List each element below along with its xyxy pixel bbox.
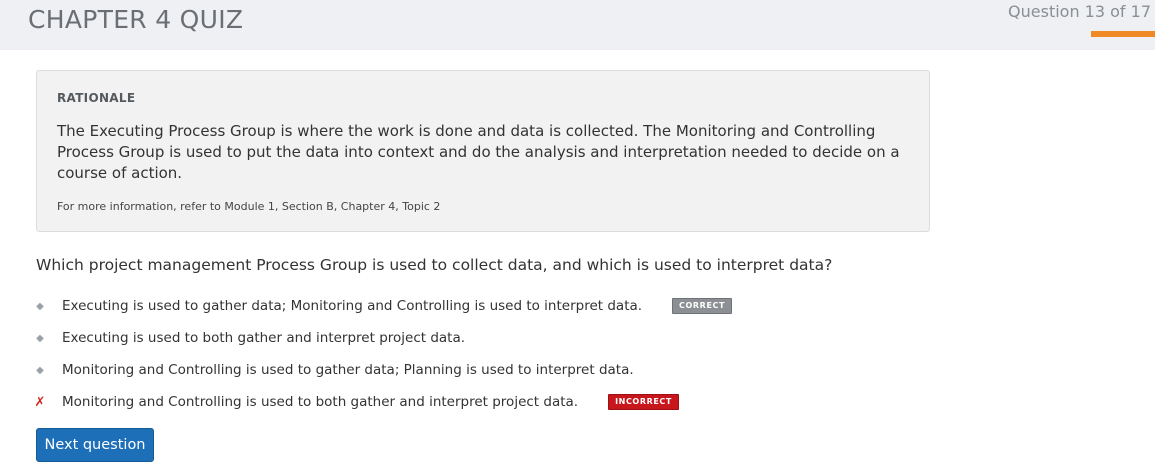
answer-option: ✗ Monitoring and Controlling is used to …	[30, 386, 930, 418]
quiz-header: CHAPTER 4 QUIZ Question 13 of 17	[0, 0, 1155, 50]
rationale-reference: For more information, refer to Module 1,…	[57, 200, 441, 213]
answer-option: ◆ Monitoring and Controlling is used to …	[30, 354, 930, 386]
progress-bar	[1091, 31, 1155, 37]
question-text: Which project management Process Group i…	[36, 256, 833, 274]
next-question-button[interactable]: Next question	[36, 428, 154, 462]
diamond-icon: ◆	[36, 364, 44, 376]
answer-label: Monitoring and Controlling is used to bo…	[62, 394, 579, 410]
rationale-body: The Executing Process Group is where the…	[57, 122, 900, 182]
answer-option: ◆ Executing is used to both gather and i…	[30, 322, 930, 354]
answer-option: ◆ Executing is used to gather data; Moni…	[30, 290, 930, 322]
quiz-title: CHAPTER 4 QUIZ	[28, 5, 244, 34]
correct-badge: CORRECT	[672, 298, 733, 314]
diamond-icon: ◆	[36, 300, 44, 312]
answer-label: Executing is used to both gather and int…	[62, 330, 466, 346]
question-progress-text: Question 13 of 17	[1008, 2, 1151, 21]
rationale-panel: RATIONALE The Executing Process Group is…	[36, 70, 930, 232]
answer-label: Executing is used to gather data; Monito…	[62, 298, 643, 314]
x-mark-icon: ✗	[34, 394, 46, 409]
answer-list: ◆ Executing is used to gather data; Moni…	[30, 290, 930, 418]
answer-label: Monitoring and Controlling is used to ga…	[62, 362, 634, 378]
diamond-icon: ◆	[36, 332, 44, 344]
rationale-heading: RATIONALE	[57, 91, 136, 105]
incorrect-badge: INCORRECT	[608, 394, 679, 410]
